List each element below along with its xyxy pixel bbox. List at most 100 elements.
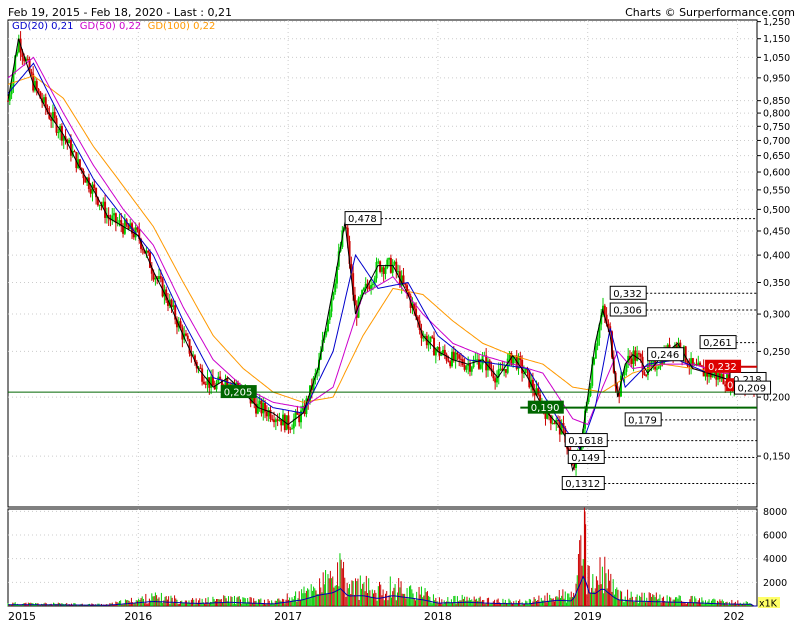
annotation-label: 0,306	[613, 306, 642, 317]
candle-body	[184, 333, 187, 336]
candle-body	[594, 345, 597, 359]
candle-body	[258, 400, 261, 405]
candle-body	[504, 369, 507, 373]
candle-body	[265, 411, 268, 417]
candle-body	[35, 81, 38, 90]
candle-body	[152, 273, 155, 280]
y-tick-label: 0,950	[763, 73, 790, 84]
price-pane-frame	[7, 19, 758, 508]
candle-body	[7, 100, 9, 102]
candle-body	[468, 363, 471, 372]
candle-body	[262, 402, 265, 414]
candle-body	[479, 364, 482, 369]
candle-body	[368, 286, 371, 290]
candle-body	[159, 276, 162, 279]
candle-body	[630, 358, 633, 364]
y-tick-label: 1,150	[763, 34, 790, 45]
candle-body	[632, 350, 635, 364]
candle-body	[553, 423, 556, 425]
candle-body	[301, 405, 304, 411]
candle-body	[201, 368, 204, 382]
y-tick-label: 0,400	[763, 251, 790, 262]
y-tick-label: 0,350	[763, 278, 790, 289]
volume-tick-label: 4000	[763, 554, 787, 565]
candle-body	[454, 352, 457, 361]
candle-body	[382, 267, 385, 274]
y-tick-label: 1,050	[763, 53, 790, 64]
x-tick-label: 2016	[124, 610, 152, 623]
candle-body	[370, 285, 373, 290]
volume-tick-label: 2000	[763, 578, 787, 589]
candle-body	[371, 283, 374, 286]
candle-body	[458, 354, 461, 359]
candle-body	[459, 358, 462, 360]
x-tick-label: 2018	[424, 610, 452, 623]
candle-body	[30, 71, 33, 74]
candle-body	[37, 89, 40, 92]
candle-body	[98, 204, 101, 206]
gd20-line	[7, 62, 758, 451]
candle-body	[551, 423, 554, 425]
candle-body	[452, 351, 455, 361]
candle-body	[53, 112, 56, 119]
candle-body	[524, 368, 527, 374]
candle-body	[73, 151, 76, 153]
candle-body	[102, 201, 105, 206]
candle-body	[291, 428, 294, 430]
candle-body	[379, 261, 382, 272]
x-tick-label: 2017	[274, 610, 302, 623]
candle-body	[443, 349, 446, 355]
candle-body	[476, 359, 479, 361]
small-label: 0	[727, 381, 733, 392]
y-tick-label: 0,550	[763, 185, 790, 196]
candle-body	[684, 346, 687, 363]
annotation-label: 0,261	[703, 338, 732, 349]
candle-body	[334, 283, 337, 293]
candle-body	[456, 352, 459, 355]
candle-body	[470, 367, 473, 372]
candle-body	[50, 118, 53, 121]
volume-tick-label: 6000	[763, 531, 787, 542]
candle-body	[537, 388, 540, 395]
candle-body	[274, 419, 277, 423]
candle-body	[657, 366, 660, 369]
candle-body	[442, 349, 445, 354]
candle-body	[499, 368, 502, 370]
candle-body	[494, 378, 497, 383]
candle-body	[643, 372, 646, 375]
y-tick-label: 0,450	[763, 226, 790, 237]
candle-body	[269, 410, 272, 419]
candle-body	[724, 384, 727, 387]
annotation-label: 0,1618	[568, 436, 603, 447]
annotation-label: 0,246	[651, 350, 680, 361]
support-label: 0,205	[224, 388, 253, 399]
candle-body	[278, 419, 281, 421]
annotation-label: 0,209	[738, 384, 767, 395]
candle-body	[199, 367, 202, 369]
candle-body	[132, 233, 135, 238]
y-tick-label: 0,250	[763, 347, 790, 358]
candle-body	[204, 383, 207, 385]
y-tick-label: 0,500	[763, 205, 790, 216]
resistance-label: 0,232	[708, 362, 737, 373]
candle-body	[386, 259, 389, 268]
volume-pane-frame	[7, 508, 758, 607]
candle-body	[422, 337, 425, 339]
volume-unit-label: x1K	[759, 599, 778, 610]
candle-body	[147, 250, 150, 253]
annotation-label: 0,179	[628, 415, 657, 426]
candle-body	[154, 277, 157, 280]
x-tick-label: 2015	[8, 610, 36, 623]
candle-body	[157, 276, 160, 279]
candle-body	[57, 132, 60, 134]
candle-body	[397, 271, 400, 273]
candle-body	[202, 381, 205, 384]
candle-body	[256, 404, 259, 414]
candle-body	[722, 374, 725, 385]
candle-body	[449, 361, 452, 367]
annotation-label: 0,332	[613, 289, 642, 300]
candle-body	[328, 311, 331, 320]
candle-body	[89, 189, 92, 194]
candle-body	[393, 261, 396, 265]
candle-body	[68, 139, 71, 144]
